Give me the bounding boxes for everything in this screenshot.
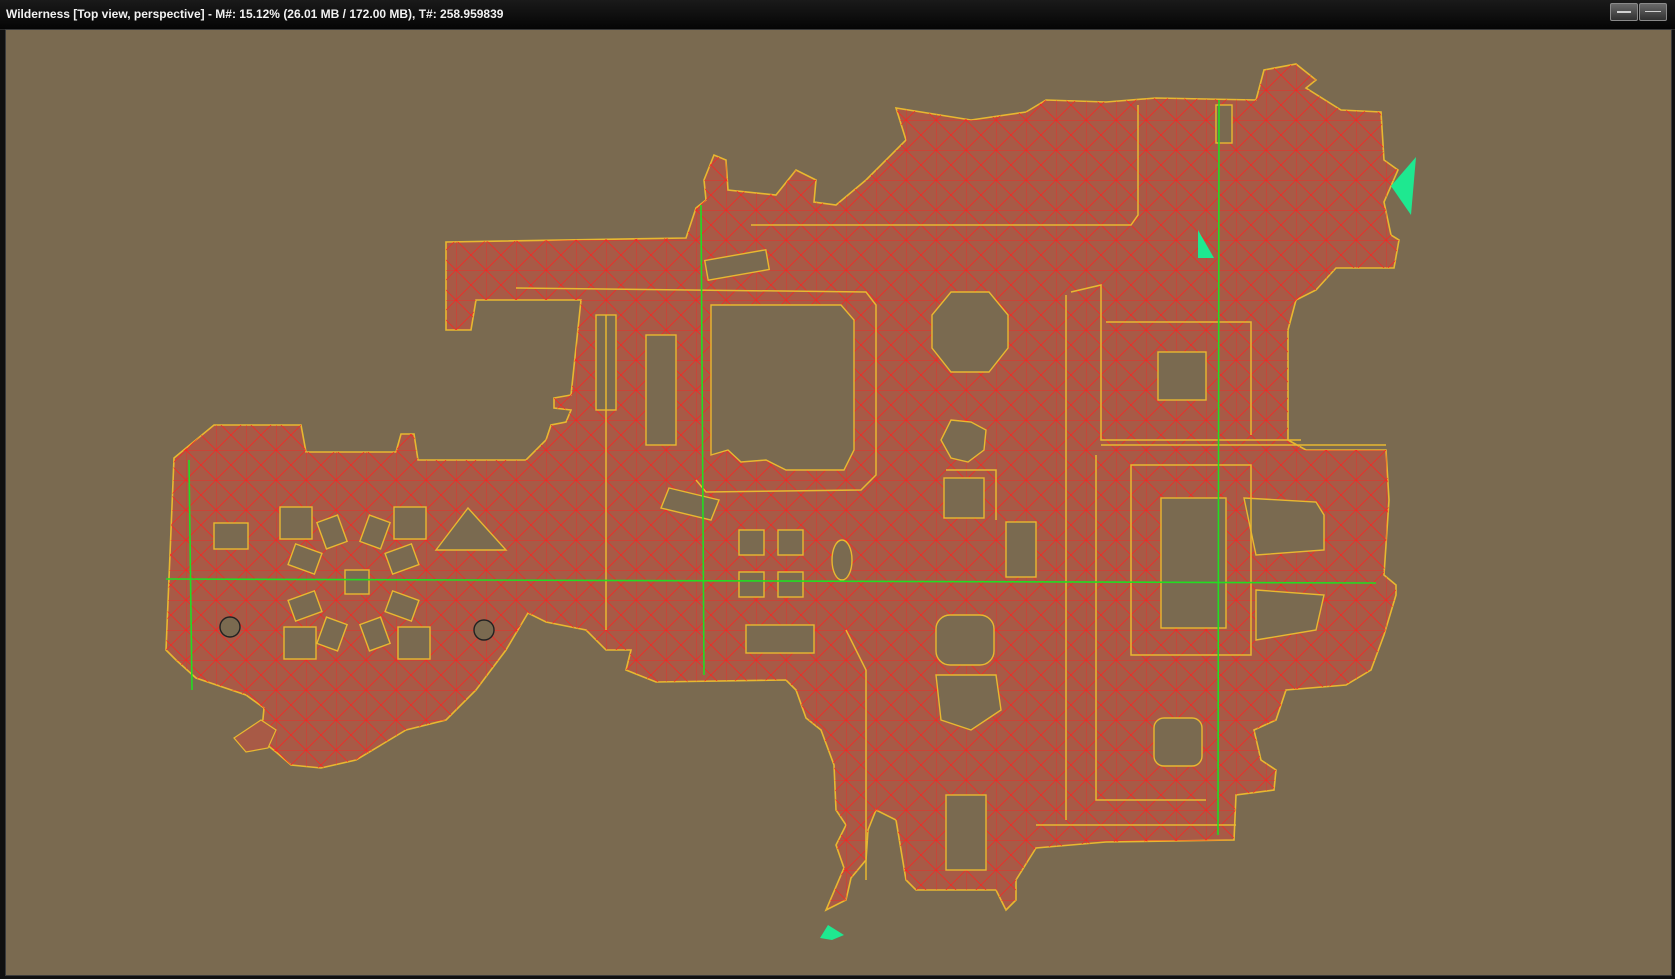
title-bar[interactable]: Wilderness [Top view, perspective] - M#:… (0, 0, 1675, 30)
window-controls (1609, 3, 1667, 21)
navmesh (165, 63, 1400, 912)
top-view-viewport[interactable] (5, 29, 1672, 976)
window-title: Wilderness [Top view, perspective] - M#:… (6, 7, 504, 21)
app-window: Wilderness [Top view, perspective] - M#:… (0, 0, 1675, 979)
minimize-icon[interactable] (1610, 3, 1638, 21)
close-icon[interactable] (1639, 3, 1667, 21)
navmesh-view (165, 63, 1416, 940)
